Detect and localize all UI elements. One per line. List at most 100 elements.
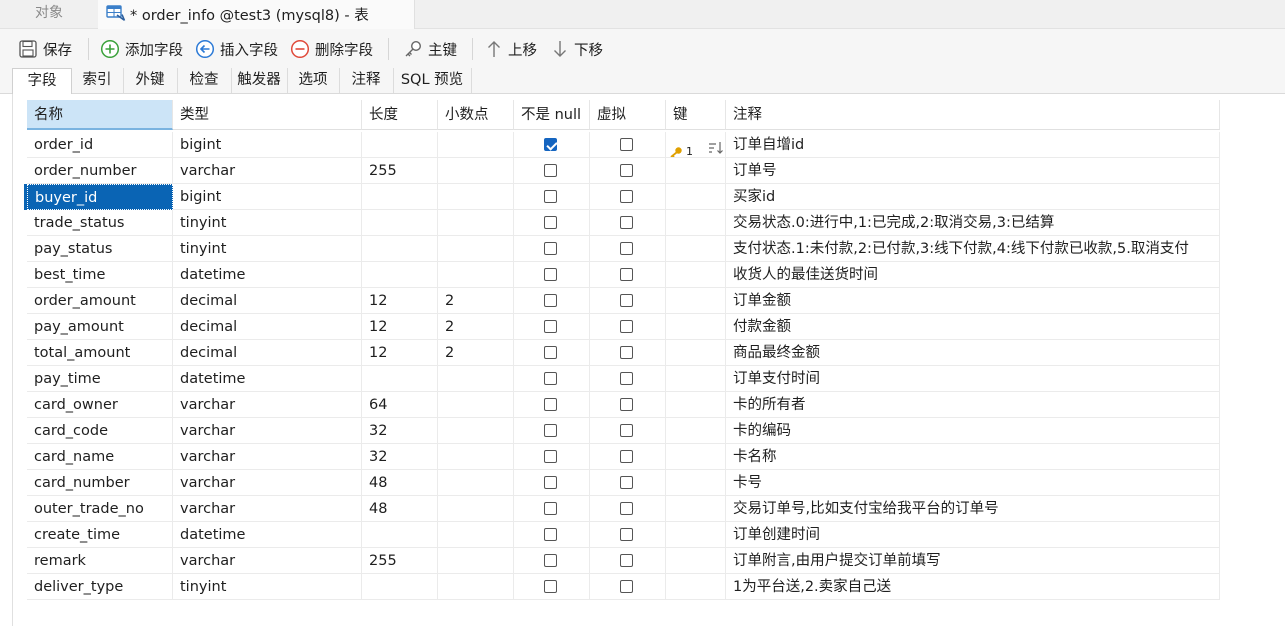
field-type-cell[interactable]: decimal bbox=[173, 340, 362, 366]
field-name-cell[interactable]: remark bbox=[27, 548, 173, 574]
field-type-cell[interactable]: datetime bbox=[173, 522, 362, 548]
not-null-checkbox[interactable] bbox=[544, 164, 557, 177]
not-null-checkbox[interactable] bbox=[544, 424, 557, 437]
field-name-cell[interactable]: outer_trade_no bbox=[27, 496, 173, 522]
not-null-checkbox[interactable] bbox=[544, 320, 557, 333]
field-length-cell[interactable]: 48 bbox=[362, 470, 438, 496]
field-name-cell[interactable]: best_time bbox=[27, 262, 173, 288]
field-length-cell[interactable]: 12 bbox=[362, 288, 438, 314]
move-up-button[interactable]: 上移 bbox=[485, 37, 537, 61]
not-null-checkbox[interactable] bbox=[544, 476, 557, 489]
field-name-cell[interactable]: pay_status bbox=[27, 236, 173, 262]
virtual-checkbox[interactable] bbox=[620, 372, 633, 385]
table-row[interactable]: order_amount decimal 12 2 订单金额 bbox=[27, 288, 1220, 314]
field-comment-cell[interactable]: 交易订单号,比如支付宝给我平台的订单号 bbox=[726, 496, 1220, 522]
virtual-checkbox[interactable] bbox=[620, 580, 633, 593]
field-virtual-cell[interactable] bbox=[590, 262, 666, 288]
virtual-checkbox[interactable] bbox=[620, 268, 633, 281]
tab-comment[interactable]: 注释 bbox=[339, 68, 394, 93]
field-length-cell[interactable] bbox=[362, 366, 438, 392]
tab-order-info[interactable]: * order_info @test3 (mysql8) - 表 bbox=[98, 0, 415, 29]
field-decimals-cell[interactable]: 2 bbox=[438, 340, 514, 366]
virtual-checkbox[interactable] bbox=[620, 190, 633, 203]
field-name-cell[interactable]: total_amount bbox=[27, 340, 173, 366]
field-comment-cell[interactable]: 订单附言,由用户提交订单前填写 bbox=[726, 548, 1220, 574]
field-length-cell[interactable] bbox=[362, 132, 438, 158]
field-virtual-cell[interactable] bbox=[590, 444, 666, 470]
field-name-cell[interactable]: buyer_id bbox=[27, 184, 173, 210]
table-row[interactable]: best_time datetime 收货人的最佳送货时间 bbox=[27, 262, 1220, 288]
virtual-checkbox[interactable] bbox=[620, 320, 633, 333]
field-name-cell[interactable]: card_code bbox=[27, 418, 173, 444]
field-virtual-cell[interactable] bbox=[590, 184, 666, 210]
field-decimals-cell[interactable] bbox=[438, 158, 514, 184]
table-row[interactable]: pay_amount decimal 12 2 付款金额 bbox=[27, 314, 1220, 340]
table-row[interactable]: card_code varchar 32 卡的编码 bbox=[27, 418, 1220, 444]
field-type-cell[interactable]: decimal bbox=[173, 314, 362, 340]
field-type-cell[interactable]: tinyint bbox=[173, 236, 362, 262]
tab-objects[interactable]: 对象 bbox=[0, 0, 99, 28]
field-virtual-cell[interactable] bbox=[590, 392, 666, 418]
column-header-type[interactable]: 类型 bbox=[173, 100, 362, 130]
field-comment-cell[interactable]: 订单金额 bbox=[726, 288, 1220, 314]
field-type-cell[interactable]: bigint bbox=[173, 132, 362, 158]
field-length-cell[interactable] bbox=[362, 262, 438, 288]
table-row[interactable]: deliver_type tinyint 1为平台送,2.卖家自己送 bbox=[27, 574, 1220, 600]
table-row[interactable]: remark varchar 255 订单附言,由用户提交订单前填写 bbox=[27, 548, 1220, 574]
field-not-null-cell[interactable] bbox=[514, 548, 590, 574]
table-row[interactable]: order_number varchar 255 订单号 bbox=[27, 158, 1220, 184]
field-not-null-cell[interactable] bbox=[514, 236, 590, 262]
field-length-cell[interactable] bbox=[362, 522, 438, 548]
table-row[interactable]: buyer_id bigint 买家id bbox=[24, 184, 1220, 210]
field-decimals-cell[interactable] bbox=[438, 496, 514, 522]
column-header-comment[interactable]: 注释 bbox=[726, 100, 1220, 130]
table-row[interactable]: order_id bigint 1 订单自增id bbox=[27, 132, 1220, 158]
field-not-null-cell[interactable] bbox=[514, 470, 590, 496]
field-virtual-cell[interactable] bbox=[590, 470, 666, 496]
field-comment-cell[interactable]: 收货人的最佳送货时间 bbox=[726, 262, 1220, 288]
virtual-checkbox[interactable] bbox=[620, 216, 633, 229]
field-not-null-cell[interactable] bbox=[514, 314, 590, 340]
tab-options[interactable]: 选项 bbox=[287, 68, 340, 93]
field-name-cell[interactable]: order_amount bbox=[27, 288, 173, 314]
field-comment-cell[interactable]: 卡号 bbox=[726, 470, 1220, 496]
field-key-cell[interactable] bbox=[666, 470, 726, 496]
field-key-cell[interactable] bbox=[666, 496, 726, 522]
field-comment-cell[interactable]: 支付状态.1:未付款,2:已付款,3:线下付款,4:线下付款已收款,5.取消支付 bbox=[726, 236, 1220, 262]
field-length-cell[interactable] bbox=[362, 574, 438, 600]
table-row[interactable]: create_time datetime 订单创建时间 bbox=[27, 522, 1220, 548]
field-type-cell[interactable]: varchar bbox=[173, 496, 362, 522]
field-length-cell[interactable] bbox=[362, 210, 438, 236]
virtual-checkbox[interactable] bbox=[620, 528, 633, 541]
field-key-cell[interactable] bbox=[666, 574, 726, 600]
not-null-checkbox[interactable] bbox=[544, 528, 557, 541]
field-virtual-cell[interactable] bbox=[590, 314, 666, 340]
not-null-checkbox[interactable] bbox=[544, 242, 557, 255]
table-row[interactable]: card_name varchar 32 卡名称 bbox=[27, 444, 1220, 470]
field-not-null-cell[interactable] bbox=[514, 418, 590, 444]
tab-sql-preview[interactable]: SQL 预览 bbox=[393, 68, 472, 93]
field-name-cell[interactable]: order_id bbox=[27, 132, 173, 158]
field-length-cell[interactable] bbox=[362, 184, 438, 210]
field-length-cell[interactable]: 32 bbox=[362, 418, 438, 444]
field-key-cell[interactable] bbox=[666, 444, 726, 470]
not-null-checkbox[interactable] bbox=[544, 372, 557, 385]
column-header-not-null[interactable]: 不是 null bbox=[514, 100, 590, 130]
field-comment-cell[interactable]: 订单自增id bbox=[726, 132, 1220, 158]
field-name-cell[interactable]: card_owner bbox=[27, 392, 173, 418]
field-decimals-cell[interactable] bbox=[438, 184, 514, 210]
field-key-cell[interactable] bbox=[666, 262, 726, 288]
delete-field-button[interactable]: 删除字段 bbox=[290, 37, 373, 61]
field-not-null-cell[interactable] bbox=[514, 184, 590, 210]
field-type-cell[interactable]: varchar bbox=[173, 158, 362, 184]
field-name-cell[interactable]: deliver_type bbox=[27, 574, 173, 600]
field-virtual-cell[interactable] bbox=[590, 418, 666, 444]
virtual-checkbox[interactable] bbox=[620, 346, 633, 359]
not-null-checkbox[interactable] bbox=[544, 450, 557, 463]
column-header-key[interactable]: 键 bbox=[666, 100, 726, 130]
field-comment-cell[interactable]: 卡的所有者 bbox=[726, 392, 1220, 418]
field-comment-cell[interactable]: 付款金额 bbox=[726, 314, 1220, 340]
field-decimals-cell[interactable] bbox=[438, 392, 514, 418]
field-comment-cell[interactable]: 订单创建时间 bbox=[726, 522, 1220, 548]
field-comment-cell[interactable]: 商品最终金额 bbox=[726, 340, 1220, 366]
